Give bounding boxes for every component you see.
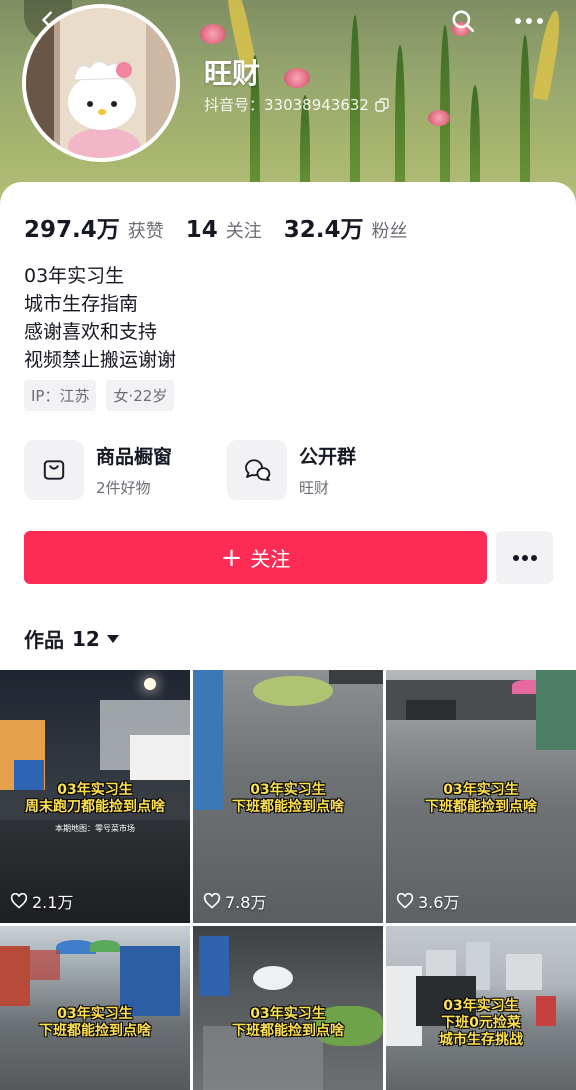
caption-line: 城市生存挑战 xyxy=(439,1032,523,1048)
caption-line: 03年实习生 xyxy=(57,782,133,798)
caption-line: 下班0元捡菜 xyxy=(441,1015,521,1031)
public-group-shortcut[interactable]: 公开群 旺财 xyxy=(227,440,356,500)
caption-line: 03年实习生 xyxy=(57,1006,133,1022)
bio-line: 03年实习生 xyxy=(24,265,125,287)
stat-likes-value: 297.4万 xyxy=(24,217,120,243)
stat-following-label: 关注 xyxy=(225,221,262,242)
caption-line: 03年实习生 xyxy=(250,782,326,798)
search-button[interactable] xyxy=(448,6,478,36)
more-actions-button[interactable] xyxy=(496,531,553,584)
bio-line: 视频禁止搬运谢谢 xyxy=(24,349,177,371)
stat-followers-label: 粉丝 xyxy=(371,221,408,242)
caption-line: 03年实习生 xyxy=(443,998,519,1014)
caption-line: 下班都能捡到点啥 xyxy=(232,1023,344,1039)
video-caption: 03年实习生 周末跑刀都能捡到点啥 xyxy=(0,782,190,816)
more-options-button[interactable] xyxy=(512,6,546,36)
bio-line: 感谢喜欢和支持 xyxy=(24,321,158,343)
group-chat-icon xyxy=(245,459,271,481)
gender-age-tag: 女·22岁 xyxy=(106,380,175,411)
public-group-subtitle: 旺财 xyxy=(299,479,330,497)
bio-line: 城市生存指南 xyxy=(24,293,139,315)
profile-name: 旺财 xyxy=(204,57,261,90)
video-likes-count: 3.6万 xyxy=(418,893,460,912)
video-caption: 03年实习生 下班都能捡到点啥 xyxy=(193,1006,383,1040)
profile-tags: IP：江苏 女·22岁 xyxy=(24,380,175,411)
video-likes: 3.6万 xyxy=(396,889,459,913)
caption-line: 下班都能捡到点啥 xyxy=(232,799,344,815)
caption-line: 下班都能捡到点啥 xyxy=(425,799,537,815)
shortcut-icon-box xyxy=(227,440,287,500)
heart-icon xyxy=(203,893,221,909)
video-likes-count: 7.8万 xyxy=(225,893,267,912)
douyin-id-text: 抖音号：33038943632 xyxy=(204,96,369,114)
stat-likes[interactable]: 297.4万 获赞 xyxy=(24,210,164,244)
video-likes: 2.1万 xyxy=(10,889,73,913)
video-tile[interactable]: 03年实习生 下班0元捡菜 城市生存挑战 xyxy=(386,926,576,1090)
stat-followers-value: 32.4万 xyxy=(283,217,364,243)
profile-card: 297.4万 获赞 14 关注 32.4万 粉丝 03年实习生 城市生存指南 感… xyxy=(0,182,576,670)
caret-down-icon xyxy=(106,634,119,643)
video-grid: 03年实习生 周末跑刀都能捡到点啥 本期地图：零号菜市场 2.1万 03年实习生… xyxy=(0,670,576,1090)
caption-line: 03年实习生 xyxy=(250,1006,326,1022)
stat-following-value: 14 xyxy=(185,217,218,243)
video-tile[interactable]: 03年实习生 下班都能捡到点啥 xyxy=(193,926,383,1090)
stat-likes-label: 获赞 xyxy=(127,221,164,242)
video-tile[interactable]: 03年实习生 下班都能捡到点啥 3.6万 xyxy=(386,670,576,923)
avatar-image xyxy=(26,8,176,158)
heart-icon xyxy=(10,893,28,909)
works-tab[interactable]: 作品 12 xyxy=(24,624,120,653)
caption-line: 03年实习生 xyxy=(443,782,519,798)
video-likes-count: 2.1万 xyxy=(32,893,74,912)
copy-icon[interactable] xyxy=(375,97,389,112)
caption-line: 下班都能捡到点啥 xyxy=(39,1023,151,1039)
video-caption: 03年实习生 下班都能捡到点啥 xyxy=(386,782,576,816)
video-likes: 7.8万 xyxy=(203,889,266,913)
video-tile[interactable]: 03年实习生 下班都能捡到点啥 7.8万 xyxy=(193,670,383,923)
public-group-title: 公开群 xyxy=(299,446,357,468)
shop-bag-icon xyxy=(43,460,65,480)
bio: 03年实习生 城市生存指南 感谢喜欢和支持 视频禁止搬运谢谢 xyxy=(24,262,176,374)
more-horizontal-icon xyxy=(515,18,543,24)
more-horizontal-icon xyxy=(512,554,537,561)
video-caption: 03年实习生 下班0元捡菜 城市生存挑战 xyxy=(386,998,576,1049)
shortcut-icon-box xyxy=(24,440,84,500)
shop-window-shortcut[interactable]: 商品橱窗 2件好物 xyxy=(24,440,172,500)
search-icon xyxy=(452,10,475,33)
plus-icon: + xyxy=(220,542,243,573)
ip-location-tag: IP：江苏 xyxy=(24,380,97,411)
follow-button[interactable]: + 关注 xyxy=(24,531,487,584)
follow-label: 关注 xyxy=(250,547,291,571)
heart-icon xyxy=(396,893,414,909)
stat-followers[interactable]: 32.4万 粉丝 xyxy=(284,210,408,244)
video-caption: 03年实习生 下班都能捡到点啥 xyxy=(193,782,383,816)
video-sub-caption: 本期地图：零号菜市场 xyxy=(55,824,135,833)
video-tile[interactable]: 03年实习生 下班都能捡到点啥 xyxy=(0,926,190,1090)
caption-line: 周末跑刀都能捡到点啥 xyxy=(25,799,165,815)
works-label: 作品 xyxy=(24,628,64,652)
stat-following[interactable]: 14 关注 xyxy=(186,217,262,243)
shop-window-title: 商品橱窗 xyxy=(96,446,173,468)
video-tile[interactable]: 03年实习生 周末跑刀都能捡到点啥 本期地图：零号菜市场 2.1万 xyxy=(0,670,190,923)
shop-window-subtitle: 2件好物 xyxy=(96,479,151,497)
avatar[interactable] xyxy=(22,4,180,162)
douyin-id[interactable]: 抖音号：33038943632 xyxy=(204,94,389,115)
works-count: 12 xyxy=(72,626,100,651)
stats-row: 297.4万 获赞 14 关注 32.4万 粉丝 xyxy=(24,210,430,244)
video-caption: 03年实习生 下班都能捡到点啥 xyxy=(0,1006,190,1040)
